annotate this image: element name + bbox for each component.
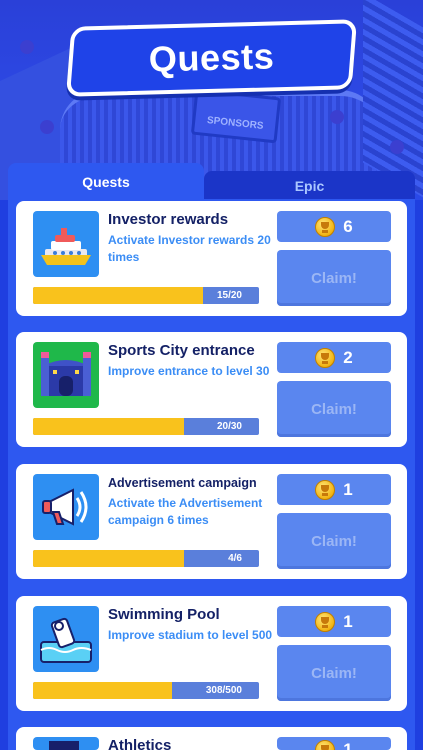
- progress-fill: [33, 287, 203, 304]
- tree-icon: [40, 120, 54, 134]
- reward-badge: 1: [277, 474, 391, 505]
- claim-button[interactable]: Claim!: [277, 645, 391, 701]
- title-banner: Quests: [65, 19, 358, 97]
- reward-badge: 6: [277, 211, 391, 242]
- reward-badge: 1: [277, 606, 391, 637]
- sponsors-sign: SPONSORS: [190, 88, 282, 144]
- tree-icon: [20, 40, 34, 54]
- quest-name: Sports City entrance: [108, 342, 255, 359]
- reward-count: 6: [343, 216, 353, 236]
- quest-card-sports-city-entrance: Sports City entrance Improve entrance to…: [16, 332, 407, 447]
- quest-card-advertisement-campaign: Advertisement campaign Activate the Adve…: [16, 464, 407, 579]
- reward-badge: 1: [277, 737, 391, 750]
- stadium-gate-icon: [33, 342, 99, 408]
- tab-epic[interactable]: Epic: [204, 171, 415, 201]
- quest-name: Swimming Pool: [108, 606, 220, 623]
- cruise-ship-icon: [33, 211, 99, 277]
- railing: [363, 0, 423, 198]
- quest-card-athletics: Athletics 1: [16, 727, 407, 750]
- claim-button[interactable]: Claim!: [277, 513, 391, 569]
- progress-bar: 308/500: [33, 682, 259, 699]
- progress-bar: 20/30: [33, 418, 259, 435]
- reward-count: 2: [343, 347, 353, 367]
- trophy-icon: [315, 216, 336, 237]
- quest-name: Athletics: [108, 737, 172, 750]
- trophy-icon: [315, 740, 336, 750]
- progress-bar: 4/6: [33, 550, 259, 567]
- progress-fill: [33, 550, 184, 567]
- quest-card-swimming-pool: Swimming Pool Improve stadium to level 5…: [16, 596, 407, 711]
- reward-count: 1: [343, 479, 353, 499]
- megaphone-icon: [33, 474, 99, 540]
- tab-quests[interactable]: Quests: [8, 163, 204, 201]
- progress-text: 15/20: [216, 290, 242, 301]
- claim-button[interactable]: Claim!: [277, 250, 391, 306]
- claim-button[interactable]: Claim!: [277, 381, 391, 437]
- progress-text: 308/500: [205, 685, 242, 696]
- reward-count: 1: [343, 611, 353, 631]
- progress-text: 20/30: [216, 421, 242, 432]
- progress-text: 4/6: [228, 553, 242, 564]
- progress-fill: [33, 682, 173, 699]
- quest-description: Activate Investor rewards 20 times: [108, 233, 271, 264]
- trophy-icon: [315, 611, 336, 632]
- swimming-pool-icon: [33, 606, 99, 672]
- quest-description: Improve entrance to level 30: [108, 364, 270, 378]
- tree-icon: [390, 140, 404, 154]
- reward-badge: 2: [277, 342, 391, 373]
- trophy-icon: [315, 479, 336, 500]
- athletics-icon: [33, 737, 99, 750]
- quest-card-investor-rewards: Investor rewards Activate Investor rewar…: [16, 201, 407, 316]
- progress-fill: [33, 418, 184, 435]
- quest-name: Advertisement campaign: [108, 476, 257, 490]
- quest-description: Improve stadium to level 500: [108, 628, 273, 642]
- progress-bar: 15/20: [33, 287, 259, 304]
- page-title: Quests: [148, 35, 275, 80]
- quest-name: Investor rewards: [108, 211, 229, 228]
- reward-count: 1: [343, 740, 353, 750]
- quest-description: Activate the Advertisement campaign 6 ti…: [108, 496, 263, 527]
- trophy-icon: [315, 347, 336, 368]
- tree-icon: [330, 110, 344, 124]
